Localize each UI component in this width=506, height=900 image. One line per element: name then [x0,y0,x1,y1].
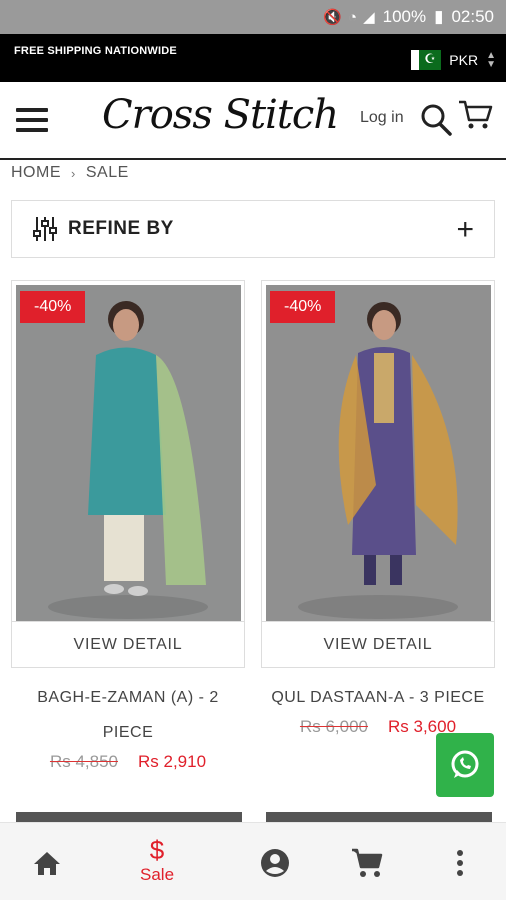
shipping-notice: FREE SHIPPING NATIONWIDE [14,45,177,57]
refine-by-toggle[interactable]: REFINE BY + [11,200,495,258]
currency-code: PKR [449,52,479,68]
pakistan-flag-icon: ☪ [411,50,442,70]
view-detail-button[interactable]: VIEW DETAIL [262,621,494,667]
breadcrumb-separator: › [71,166,76,181]
product-image[interactable] [16,285,241,621]
dollar-icon: $ [149,835,165,865]
currency-selector[interactable]: ☪ PKR ▲ ▼ [411,50,496,70]
discount-badge: -40% [20,291,86,323]
login-link[interactable]: Log in [360,109,404,127]
promo-bar: FREE SHIPPING NATIONWIDE ☪ PKR ▲ ▼ [0,34,506,82]
refine-label: REFINE BY [68,218,174,239]
product-photo[interactable]: -40% VIEW DETAIL [261,280,495,668]
expand-plus-icon: + [456,213,474,246]
mute-icon: 🔇 [323,9,342,26]
product-photo[interactable]: -40% VIEW DETAIL [11,280,245,668]
discount-badge: -40% [270,291,336,323]
view-detail-button[interactable]: VIEW DETAIL [12,621,244,667]
nav-more[interactable] [455,849,465,877]
product-name[interactable]: QUL DASTAAN-A - 3 PIECE [261,680,495,715]
logo[interactable]: Cross Stitch [102,92,339,138]
product-image[interactable] [266,285,491,621]
signal-icon: ◢ [363,9,375,26]
battery-icon: ▮ [434,7,444,26]
select-caret-icon: ▲ ▼ [486,50,496,70]
more-vertical-icon [457,850,463,876]
sale-price: Rs 2,910 [138,752,207,771]
account-icon [261,849,289,877]
whatsapp-button[interactable] [436,733,494,797]
breadcrumb-current: SALE [85,164,129,181]
shopping-cart-icon [352,848,383,877]
original-price: Rs 4,850 [49,752,118,771]
site-header: Cross Stitch Log in [0,82,506,160]
product-card[interactable]: -40% VIEW DETAIL QUL DASTAAN-A - 3 PIECE… [261,280,495,737]
clock: 02:50 [451,7,494,26]
nav-account[interactable] [259,847,291,879]
bottom-navigation: $ Sale [0,822,506,900]
product-prices: Rs 4,850 Rs 2,910 [11,752,245,772]
breadcrumb: HOME › SALE [11,164,129,182]
status-icons: 🔇 ◔ ◢ [323,8,375,27]
search-icon[interactable] [420,102,452,136]
cart-icon[interactable] [457,98,493,132]
nav-sale[interactable]: $ Sale [140,837,174,885]
product-name[interactable]: BAGH-E-ZAMAN (A) - 2 PIECE [11,680,245,750]
nav-home[interactable] [32,849,62,877]
breadcrumb-home[interactable]: HOME [11,164,61,182]
original-price: Rs 6,000 [299,717,368,736]
nav-sale-label: Sale [140,865,175,884]
nav-cart[interactable] [350,847,384,879]
status-bar: 🔇 ◔ ◢ 100% ▮ 02:50 [0,0,506,34]
menu-icon[interactable] [16,108,48,132]
battery-level: 100% [382,7,427,26]
whatsapp-icon [451,750,479,778]
home-icon [34,852,60,875]
filter-sliders-icon [33,217,57,241]
wifi-icon: ◔ [348,8,358,26]
product-card[interactable]: -40% VIEW DETAIL BAGH-E-ZAMAN (A) - 2 PI… [11,280,245,772]
